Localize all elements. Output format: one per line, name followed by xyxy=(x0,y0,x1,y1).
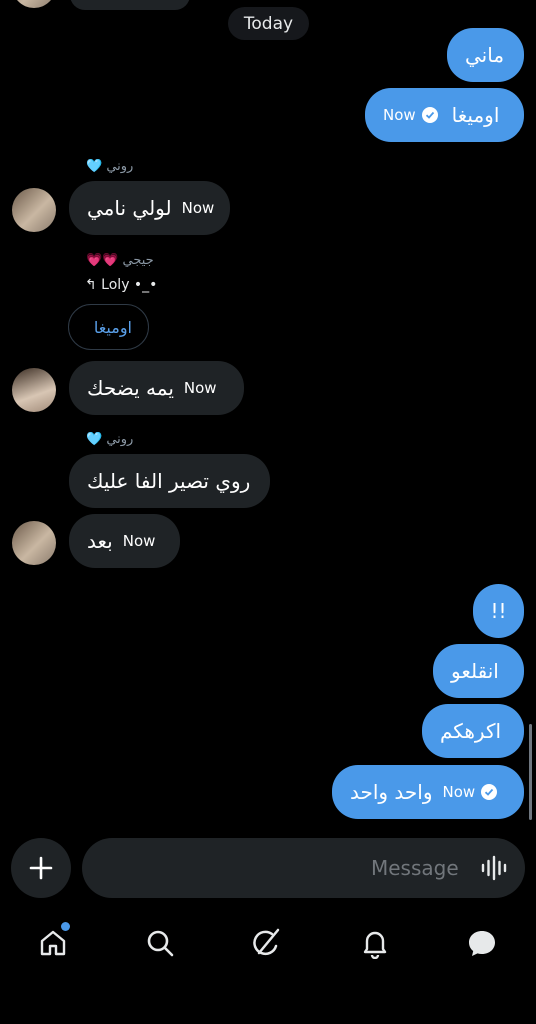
quoted-text: اوميغا xyxy=(93,317,132,337)
message-bubble-out[interactable]: ماني xyxy=(447,28,524,82)
message-text: لولي نامي xyxy=(87,196,172,220)
message-bubble-in[interactable]: بعد Now xyxy=(69,514,180,568)
message-text: اوميغا xyxy=(451,103,500,127)
sender-name: جيجي 💗💗 xyxy=(86,253,154,268)
message-bubble-in[interactable]: يمه يضحك Now xyxy=(69,361,244,415)
sender-name: روني 🩵 xyxy=(86,159,134,174)
search-icon xyxy=(147,930,174,957)
message-text: اكرهكم xyxy=(440,719,502,743)
grok-icon xyxy=(253,928,280,956)
quoted-message[interactable]: اوميغا xyxy=(68,304,149,350)
message-time: Now xyxy=(442,783,476,801)
message-text: يمه يضحك xyxy=(87,376,174,400)
message-bubble-out[interactable]: انقلعو xyxy=(433,644,524,698)
scrollbar[interactable] xyxy=(529,724,532,820)
cutoff-bubble xyxy=(70,0,190,10)
bell-icon xyxy=(363,931,387,959)
nav-home[interactable] xyxy=(35,922,71,961)
read-check-icon xyxy=(421,107,438,123)
message-bubble-out[interactable]: Now اوميغا xyxy=(365,88,524,142)
today-divider: Today xyxy=(228,7,309,40)
message-bubble-in[interactable]: روي تصير الفا عليك xyxy=(69,454,270,508)
message-bubble-out[interactable]: !! xyxy=(473,584,524,638)
reply-reference[interactable]: ↰ Loly •_• xyxy=(85,277,157,293)
avatar[interactable] xyxy=(12,368,56,412)
message-meta: Now xyxy=(443,783,498,801)
message-text: !! xyxy=(490,599,507,623)
message-bubble-in[interactable]: لولي نامي Now xyxy=(69,181,230,235)
message-meta: Now xyxy=(383,106,438,124)
nav-notifications[interactable] xyxy=(357,925,393,961)
message-time: Now xyxy=(181,199,215,217)
add-attachment-button[interactable] xyxy=(11,838,71,898)
nav-search[interactable] xyxy=(142,925,178,961)
message-placeholder: Message xyxy=(371,856,459,880)
message-text: روي تصير الفا عليك xyxy=(87,469,251,493)
message-time: Now xyxy=(383,106,416,124)
avatar-cutoff[interactable] xyxy=(12,0,56,8)
notification-badge xyxy=(61,922,70,931)
plus-icon xyxy=(29,856,53,880)
sender-name: روني 🩵 xyxy=(86,432,134,447)
nav-grok[interactable] xyxy=(249,925,285,961)
voice-message-icon[interactable] xyxy=(480,854,508,882)
avatar[interactable] xyxy=(12,188,56,232)
home-icon xyxy=(40,930,66,956)
message-text: انقلعو xyxy=(451,659,499,683)
messages-icon xyxy=(469,931,495,956)
avatar[interactable] xyxy=(12,521,56,565)
message-bubble-out[interactable]: واحد واحد Now xyxy=(332,765,524,819)
nav-messages[interactable] xyxy=(464,925,500,961)
message-time: Now xyxy=(183,379,217,397)
message-text: واحد واحد xyxy=(350,780,433,804)
message-text: ماني xyxy=(465,43,505,67)
message-bubble-out[interactable]: اكرهكم xyxy=(422,704,524,758)
message-text: بعد xyxy=(87,529,113,553)
message-input[interactable]: Message xyxy=(82,838,525,898)
read-check-icon xyxy=(481,784,498,800)
message-time: Now xyxy=(122,532,156,550)
